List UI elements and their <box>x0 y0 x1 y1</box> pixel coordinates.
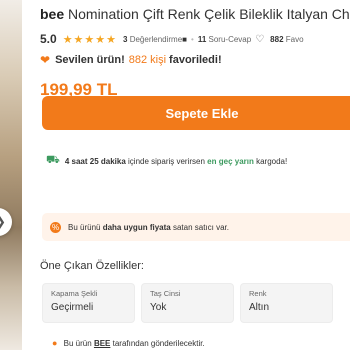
divider: • <box>191 34 194 44</box>
feature-list: Kapama Şekli Geçirmeli Taş Cinsi Yok Ren… <box>42 283 333 323</box>
bullet-icon: ● <box>52 338 58 348</box>
qa-link[interactable]: 11 Soru-Cevap <box>198 35 251 44</box>
product-title: bee Nomination Çift Renk Çelik Bileklik … <box>40 6 350 22</box>
features-title: Öne Çıkan Özellikler: <box>40 260 144 272</box>
delivery-tail: kargoda! <box>256 156 288 166</box>
other-sellers-notice[interactable]: % Bu ürünü daha uygun fiyata satan satıc… <box>42 213 350 241</box>
shipping-note: ● Bu ürün BEE tarafından gönderilecektir… <box>52 338 205 348</box>
seller-highlight: daha uygun fiyata <box>102 222 171 232</box>
delivery-highlight: en geç yarın <box>207 156 254 166</box>
star-icon: ★★★★★ <box>62 33 117 46</box>
feature-card: Kapama Şekli Geçirmeli <box>42 283 135 323</box>
add-to-cart-button[interactable]: Sepete Ekle <box>42 96 350 130</box>
delivery-time: 4 saat 25 dakika <box>64 156 126 166</box>
feature-value: Yok <box>150 302 167 313</box>
feature-value: Geçirmeli <box>51 302 94 313</box>
favorite-people-count: 882 kişi <box>128 54 167 66</box>
truck-icon: ⛟ <box>46 154 60 166</box>
seller-link[interactable]: BEE <box>94 339 110 348</box>
delivery-info: ⛟ 4 saat 25 dakika içinde sipariş verirs… <box>46 154 287 168</box>
feature-name: Taş Cinsi <box>150 289 181 298</box>
product-brand[interactable]: bee <box>40 6 64 22</box>
favorite-banner: ❤ Sevilen ürün! 882 kişi favoriledi! <box>40 53 222 67</box>
product-name: Nomination Çift Renk Çelik Bileklik Ital… <box>68 6 350 22</box>
reviews-link[interactable]: 3 Değerlendirme <box>123 35 182 44</box>
gallery-next-button[interactable]: ❯ <box>0 208 12 236</box>
favorite-count: 882 Favo <box>270 34 304 44</box>
rating-value: 5.0 <box>40 32 57 46</box>
feature-name: Renk <box>249 289 267 298</box>
feature-card: Renk Altın <box>240 283 333 323</box>
feature-card: Taş Cinsi Yok <box>141 283 234 323</box>
feature-name: Kapama Şekli <box>51 289 98 298</box>
delivery-middle: içinde sipariş verirsen <box>128 156 205 166</box>
discount-icon: % <box>50 221 61 233</box>
heart-outline-icon: ♡ <box>255 33 265 45</box>
rating-row: 5.0 ★★★★★ 3 Değerlendirme ■ • 11 Soru-Ce… <box>40 32 304 46</box>
product-info: bee Nomination Çift Renk Çelik Bileklik … <box>40 0 350 350</box>
heart-icon: ❤ <box>40 53 51 67</box>
chevron-right-icon: ❯ <box>0 214 6 230</box>
favorite-tail: favoriledi! <box>169 54 222 66</box>
feature-value: Altın <box>249 302 270 313</box>
camera-icon: ■ <box>182 34 187 44</box>
favorite-label: Sevilen ürün! <box>55 54 125 66</box>
product-image[interactable]: ❯ <box>0 0 22 350</box>
